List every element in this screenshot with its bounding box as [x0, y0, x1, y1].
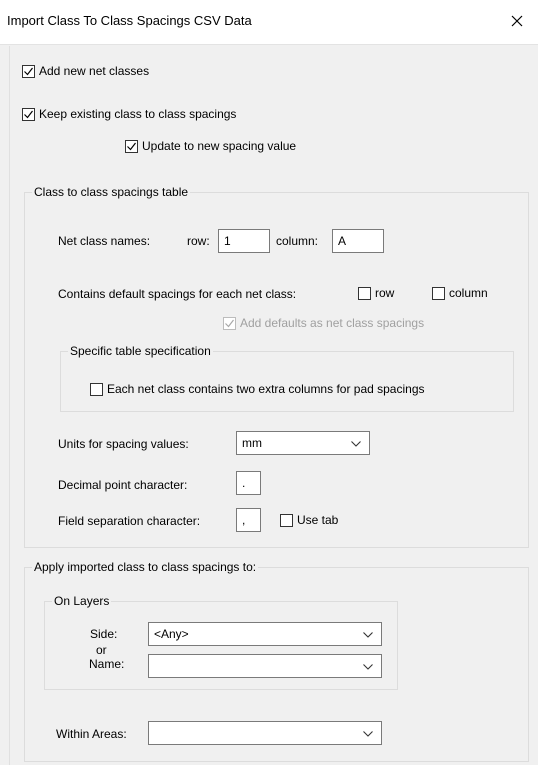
apply-spacings-legend: Apply imported class to class spacings t… — [32, 560, 259, 574]
checkbox-box — [22, 64, 35, 78]
default-column-checkbox[interactable]: column — [432, 286, 488, 300]
checkbox-box — [432, 286, 445, 300]
window-title: Import Class To Class Spacings CSV Data — [7, 13, 252, 28]
window-edge — [9, 46, 10, 765]
use-tab-checkbox[interactable]: Use tab — [280, 513, 338, 527]
side-label: Side: — [90, 627, 118, 641]
checkmark-icon — [24, 110, 33, 118]
net-class-names-label: Net class names: — [58, 234, 151, 248]
title-bar: Import Class To Class Spacings CSV Data — [0, 0, 538, 45]
decimal-point-input[interactable]: . — [236, 471, 261, 495]
field-separator-input[interactable]: , — [236, 508, 261, 532]
default-row-checkbox[interactable]: row — [358, 286, 394, 300]
add-new-net-classes-checkbox[interactable]: Add new net classes — [22, 64, 149, 78]
use-tab-label: Use tab — [297, 513, 339, 527]
add-new-net-classes-label: Add new net classes — [39, 64, 150, 78]
checkbox-box — [358, 286, 371, 300]
field-separator-label: Field separation character: — [58, 514, 201, 528]
update-spacing-checkbox[interactable]: Update to new spacing value — [125, 139, 296, 153]
on-layers-legend: On Layers — [52, 594, 112, 608]
checkbox-box — [280, 513, 293, 527]
side-value: <Any> — [154, 627, 189, 641]
decimal-point-label: Decimal point character: — [58, 478, 188, 492]
row-input[interactable]: 1 — [218, 229, 270, 253]
extra-pad-columns-label: Each net class contains two extra column… — [107, 382, 425, 396]
checkmark-icon — [127, 142, 136, 150]
checkbox-box — [125, 139, 138, 153]
chevron-down-icon — [363, 731, 373, 737]
default-column-label: column — [449, 286, 488, 300]
checkmark-icon — [24, 67, 33, 75]
layer-name-select[interactable] — [148, 654, 382, 678]
spacings-table-legend: Class to class spacings table — [32, 185, 191, 199]
close-icon — [511, 15, 523, 27]
side-select[interactable]: <Any> — [148, 622, 382, 646]
units-value: mm — [242, 436, 262, 450]
close-button[interactable] — [494, 0, 538, 44]
column-input[interactable]: A — [332, 229, 384, 253]
update-spacing-label: Update to new spacing value — [142, 139, 297, 153]
checkbox-box — [223, 316, 236, 330]
column-label: column: — [276, 234, 319, 248]
within-areas-label: Within Areas: — [56, 727, 127, 741]
chevron-down-icon — [363, 632, 373, 638]
chevron-down-icon — [363, 664, 373, 670]
units-select[interactable]: mm — [236, 431, 370, 455]
name-label: Name: — [89, 657, 125, 671]
keep-existing-spacings-label: Keep existing class to class spacings — [39, 107, 237, 121]
within-areas-select[interactable] — [148, 721, 382, 745]
or-label: or — [96, 643, 107, 657]
extra-pad-columns-checkbox[interactable]: Each net class contains two extra column… — [90, 382, 425, 396]
checkbox-box — [90, 382, 103, 396]
default-row-label: row — [375, 286, 395, 300]
checkmark-icon — [225, 319, 234, 327]
dialog-window: { "window": { "title": "Import Class To … — [0, 0, 538, 765]
keep-existing-spacings-checkbox[interactable]: Keep existing class to class spacings — [22, 107, 236, 121]
default-spacings-label: Contains default spacings for each net c… — [58, 287, 297, 301]
add-defaults-checkbox[interactable]: Add defaults as net class spacings — [223, 316, 424, 330]
units-label: Units for spacing values: — [58, 437, 189, 451]
chevron-down-icon — [351, 441, 361, 447]
row-label: row: — [187, 234, 210, 248]
specific-table-legend: Specific table specification — [68, 344, 213, 358]
checkbox-box — [22, 107, 35, 121]
add-defaults-label: Add defaults as net class spacings — [240, 316, 425, 330]
